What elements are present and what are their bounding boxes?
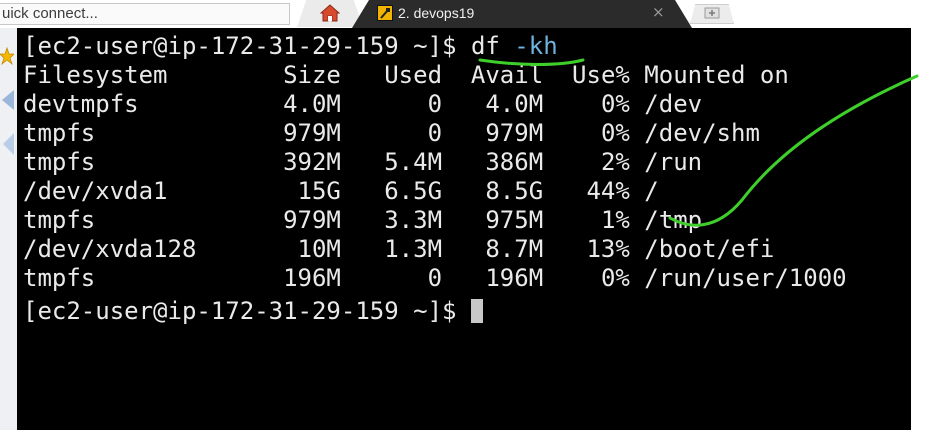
tab-title: 2. devops19 (398, 5, 475, 21)
terminal-session-icon (377, 5, 393, 21)
df-cell-used: 0 (427, 119, 443, 147)
mobaxterm-window: uick connect... 2. devops19 × [ec2-user@… (0, 0, 927, 430)
df-cell-filesystem: Filesystem (23, 61, 168, 89)
df-row: /dev/xvda1 15G 6.5G 8.5G 44% / (23, 177, 659, 206)
df-row: tmpfs 196M 0 196M 0% /run/user/1000 (23, 264, 847, 293)
df-cell-size: 10M (297, 235, 341, 263)
command-line: [ec2-user@ip-172-31-29-159 ~]$ df -kh (23, 32, 558, 61)
prompt: [ec2-user@ip-172-31-29-159 ~]$ (23, 32, 471, 60)
tab-close-icon[interactable]: × (652, 3, 665, 21)
df-cell-used: 0 (427, 90, 443, 118)
arrow-icon[interactable] (0, 88, 14, 112)
df-cell-filesystem: tmpfs (23, 119, 96, 147)
df-cell-mounted: Mounted on (644, 61, 789, 89)
home-icon[interactable] (320, 4, 340, 22)
df-cell-mounted: /run/user/1000 (644, 264, 847, 292)
df-cell-mounted: /run (644, 148, 703, 176)
df-row: devtmpfs 4.0M 0 4.0M 0% /dev (23, 90, 702, 119)
df-cell-used: 5.4M (384, 148, 443, 176)
df-cell-use-pct: 2% (600, 148, 630, 176)
df-cell-used: 0 (427, 264, 443, 292)
df-cell-mounted: /tmp (644, 206, 703, 234)
df-cell-use-pct: Use% (572, 61, 630, 89)
df-cell-avail: 386M (485, 148, 544, 176)
df-cell-avail: 196M (485, 264, 544, 292)
tool-icon[interactable] (0, 131, 14, 157)
df-cell-use-pct: 0% (600, 90, 630, 118)
terminal[interactable]: [ec2-user@ip-172-31-29-159 ~]$ df -kh Fi… (17, 28, 911, 430)
command-flag: -kh (514, 32, 558, 60)
df-cell-avail: 979M (485, 119, 544, 147)
star-icon[interactable] (0, 46, 14, 66)
terminal-cursor (470, 299, 483, 323)
df-cell-use-pct: 13% (586, 235, 630, 263)
df-cell-mounted: /dev (644, 90, 703, 118)
final-prompt-line: [ec2-user@ip-172-31-29-159 ~]$ (23, 297, 483, 326)
df-cell-use-pct: 1% (600, 206, 630, 234)
df-cell-use-pct: 0% (600, 264, 630, 292)
df-cell-filesystem: /dev/xvda1 (23, 177, 168, 205)
df-cell-filesystem: tmpfs (23, 148, 96, 176)
df-cell-mounted: / (644, 177, 659, 205)
df-cell-avail: Avail (470, 61, 544, 89)
df-cell-avail: 4.0M (485, 90, 544, 118)
new-tab-icon[interactable] (704, 6, 720, 20)
df-header: Filesystem Size Used Avail Use% Mounted … (23, 61, 789, 90)
df-row: tmpfs 979M 3.3M 975M 1% /tmp (23, 206, 702, 235)
df-row: /dev/xvda128 10M 1.3M 8.7M 13% /boot/efi (23, 235, 774, 264)
df-cell-used: Used (384, 61, 443, 89)
df-cell-used: 1.3M (384, 235, 443, 263)
df-cell-size: 392M (283, 148, 341, 176)
df-cell-filesystem: devtmpfs (23, 90, 139, 118)
df-cell-size: 979M (283, 119, 341, 147)
df-cell-mounted: /dev/shm (644, 119, 760, 147)
df-cell-avail: 975M (485, 206, 544, 234)
df-cell-size: 4.0M (283, 90, 341, 118)
quick-connect-input[interactable]: uick connect... (0, 3, 290, 25)
side-panel (0, 28, 17, 430)
df-cell-size: 15G (297, 177, 341, 205)
df-cell-avail: 8.7M (485, 235, 544, 263)
df-cell-filesystem: /dev/xvda128 (23, 235, 197, 263)
df-cell-used: 3.3M (384, 206, 443, 234)
df-cell-size: Size (283, 61, 341, 89)
command-name: df (470, 32, 500, 60)
df-cell-filesystem: tmpfs (23, 264, 96, 292)
df-cell-mounted: /boot/efi (644, 235, 775, 263)
tab-bar: uick connect... 2. devops19 × (0, 0, 927, 28)
df-cell-use-pct: 44% (586, 177, 630, 205)
df-cell-use-pct: 0% (600, 119, 630, 147)
df-cell-filesystem: tmpfs (23, 206, 96, 234)
df-row: tmpfs 392M 5.4M 386M 2% /run (23, 148, 702, 177)
df-cell-avail: 8.5G (485, 177, 544, 205)
final-prompt: [ec2-user@ip-172-31-29-159 ~]$ (23, 297, 471, 325)
df-cell-size: 196M (283, 264, 341, 292)
df-cell-used: 6.5G (384, 177, 443, 205)
df-cell-size: 979M (283, 206, 341, 234)
df-row: tmpfs 979M 0 979M 0% /dev/shm (23, 119, 760, 148)
